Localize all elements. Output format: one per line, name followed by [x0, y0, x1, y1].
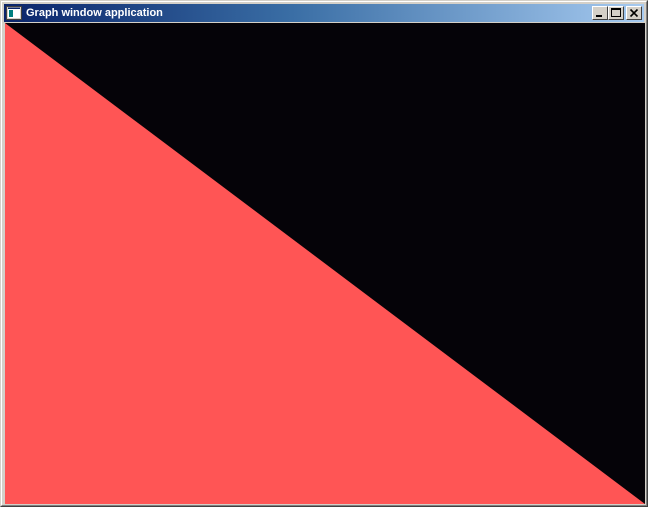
title-bar[interactable]: Graph window application — [4, 4, 644, 22]
close-button[interactable] — [626, 6, 642, 20]
window-title: Graph window application — [26, 7, 163, 19]
title-controls — [592, 6, 642, 20]
minimize-icon — [596, 15, 602, 17]
graph-canvas[interactable] — [5, 23, 645, 504]
graph-surface — [5, 23, 645, 504]
app-window: Graph window application — [0, 0, 648, 507]
close-icon — [629, 8, 639, 18]
maximize-button[interactable] — [608, 6, 624, 20]
minimize-button[interactable] — [592, 6, 608, 20]
app-window-icon — [6, 6, 22, 20]
maximize-icon — [611, 8, 621, 17]
